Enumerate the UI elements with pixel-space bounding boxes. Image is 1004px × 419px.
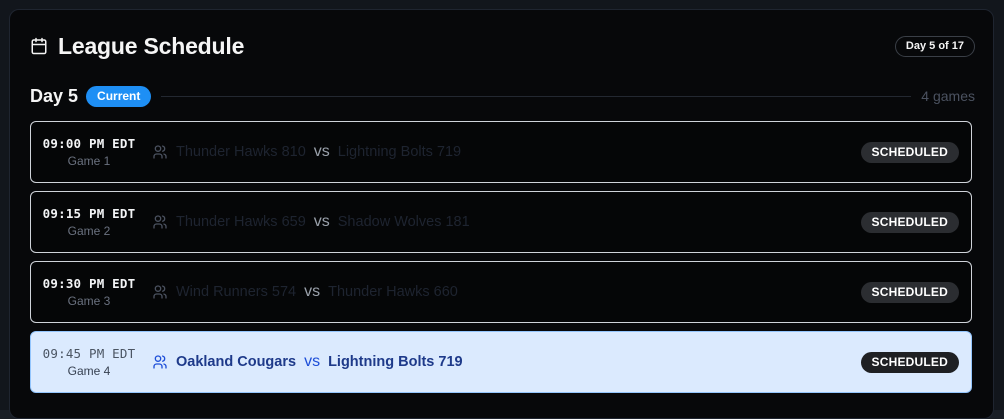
current-badge: Current [86, 85, 152, 107]
home-team: Oakland Cougars [176, 354, 297, 370]
game-time: 09:00 PM EDT [42, 136, 136, 151]
app-frame: League Schedule Day 5 of 17 Day 5 Curren… [0, 0, 1004, 419]
game-time-block: 09:45 PM EDT Game 4 [36, 346, 142, 378]
home-team: Wind Runners 574 [176, 284, 297, 300]
away-team: Thunder Hawks 660 [328, 284, 458, 300]
game-number: Game 3 [67, 294, 111, 308]
game-time: 09:45 PM EDT [42, 346, 136, 361]
home-team: Thunder Hawks 810 [176, 144, 306, 160]
game-time-block: 09:30 PM EDT Game 3 [36, 276, 142, 308]
day-section-header: Day 5 Current 4 games [30, 85, 975, 107]
vs-label: vs [304, 353, 321, 370]
panel-header: League Schedule Day 5 of 17 [30, 32, 975, 60]
away-team: Lightning Bolts 719 [328, 354, 463, 370]
status-badge: SCHEDULED [860, 352, 959, 373]
game-time: 09:15 PM EDT [42, 206, 136, 221]
status-badge: SCHEDULED [860, 282, 959, 303]
calendar-icon [30, 36, 50, 56]
away-team: Shadow Wolves 181 [337, 214, 470, 230]
away-team: Lightning Bolts 719 [337, 144, 462, 160]
page-title: League Schedule [58, 32, 245, 59]
users-icon [152, 283, 170, 301]
game-time: 09:30 PM EDT [42, 276, 136, 291]
vs-label: vs [304, 283, 321, 300]
divider [161, 95, 912, 97]
game-row[interactable]: 09:00 PM EDT Game 1 Thunder Hawks 810 vs… [30, 121, 972, 183]
games-count: 4 games [921, 88, 975, 104]
day-label: Day 5 [30, 85, 79, 106]
status-badge: SCHEDULED [860, 212, 959, 233]
users-icon [152, 213, 170, 231]
game-number: Game 1 [67, 154, 111, 168]
games-list: 09:00 PM EDT Game 1 Thunder Hawks 810 vs… [30, 121, 972, 401]
vs-label: vs [313, 213, 330, 230]
game-row[interactable]: 09:30 PM EDT Game 3 Wind Runners 574 vs … [30, 261, 972, 323]
users-icon [152, 353, 170, 371]
game-number: Game 4 [67, 364, 111, 378]
day-progress-badge: Day 5 of 17 [894, 35, 975, 57]
game-row[interactable]: 09:15 PM EDT Game 2 Thunder Hawks 659 vs… [30, 191, 972, 253]
schedule-panel: League Schedule Day 5 of 17 Day 5 Curren… [9, 9, 994, 419]
game-time-block: 09:00 PM EDT Game 1 [36, 136, 142, 168]
users-icon [152, 143, 170, 161]
game-row-current[interactable]: 09:45 PM EDT Game 4 Oakland Cougars vs L… [30, 331, 972, 393]
home-team: Thunder Hawks 659 [176, 214, 306, 230]
vs-label: vs [313, 143, 330, 160]
game-number: Game 2 [67, 224, 111, 238]
game-time-block: 09:15 PM EDT Game 2 [36, 206, 142, 238]
status-badge: SCHEDULED [860, 142, 959, 163]
